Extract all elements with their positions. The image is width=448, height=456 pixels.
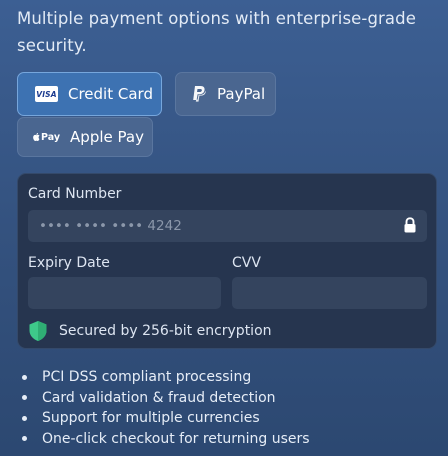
credit-card-button[interactable]: VISA Credit Card: [17, 72, 162, 116]
feature-text: Card validation & fraud detection: [42, 389, 276, 406]
cvv-field-wrapper: [232, 277, 427, 309]
expiry-date-input[interactable]: [28, 277, 221, 309]
security-text: Secured by 256-bit encryption: [59, 323, 272, 339]
feature-text: One-click checkout for returning users: [42, 430, 310, 447]
feature-text: PCI DSS compliant processing: [42, 369, 252, 386]
feature-item: Support for multiple currencies: [22, 408, 310, 429]
feature-text: Support for multiple currencies: [42, 410, 260, 427]
security-note: Secured by 256-bit encryption: [28, 320, 272, 342]
cvv-label: CVV: [232, 255, 261, 271]
bullet-icon: [22, 374, 27, 380]
card-form-panel: Card Number Expiry Date CVV Secured by 2…: [17, 173, 437, 349]
feature-item: Card validation & fraud detection: [22, 388, 310, 409]
apple-logo-icon: [33, 133, 40, 141]
card-number-input[interactable]: [28, 210, 427, 242]
card-number-label: Card Number: [28, 186, 122, 202]
apple-pay-icon-text: Pay: [41, 131, 61, 143]
expiry-date-label: Expiry Date: [28, 255, 110, 271]
paypal-button[interactable]: PayPal: [175, 72, 276, 116]
bullet-icon: [22, 436, 27, 442]
cvv-input[interactable]: [232, 277, 427, 309]
apple-pay-icon: Pay: [32, 132, 60, 143]
credit-card-label: Credit Card: [68, 85, 153, 103]
intro-text: Multiple payment options with enterprise…: [17, 9, 416, 55]
feature-list: PCI DSS compliant processing Card valida…: [22, 367, 310, 449]
feature-item: PCI DSS compliant processing: [22, 367, 310, 388]
bullet-icon: [22, 395, 27, 401]
visa-card-icon: VISA: [35, 86, 58, 102]
card-number-field-wrapper: [28, 210, 427, 242]
paypal-icon: [191, 85, 207, 103]
feature-item: One-click checkout for returning users: [22, 429, 310, 450]
paypal-label: PayPal: [217, 85, 266, 103]
lock-icon: [404, 217, 416, 233]
apple-pay-label: Apple Pay: [70, 128, 144, 146]
apple-pay-button[interactable]: Pay Apple Pay: [17, 117, 153, 157]
bullet-icon: [22, 415, 27, 421]
visa-badge-text: VISA: [36, 89, 57, 99]
expiry-date-field-wrapper: [28, 277, 221, 309]
shield-icon: [29, 321, 47, 341]
